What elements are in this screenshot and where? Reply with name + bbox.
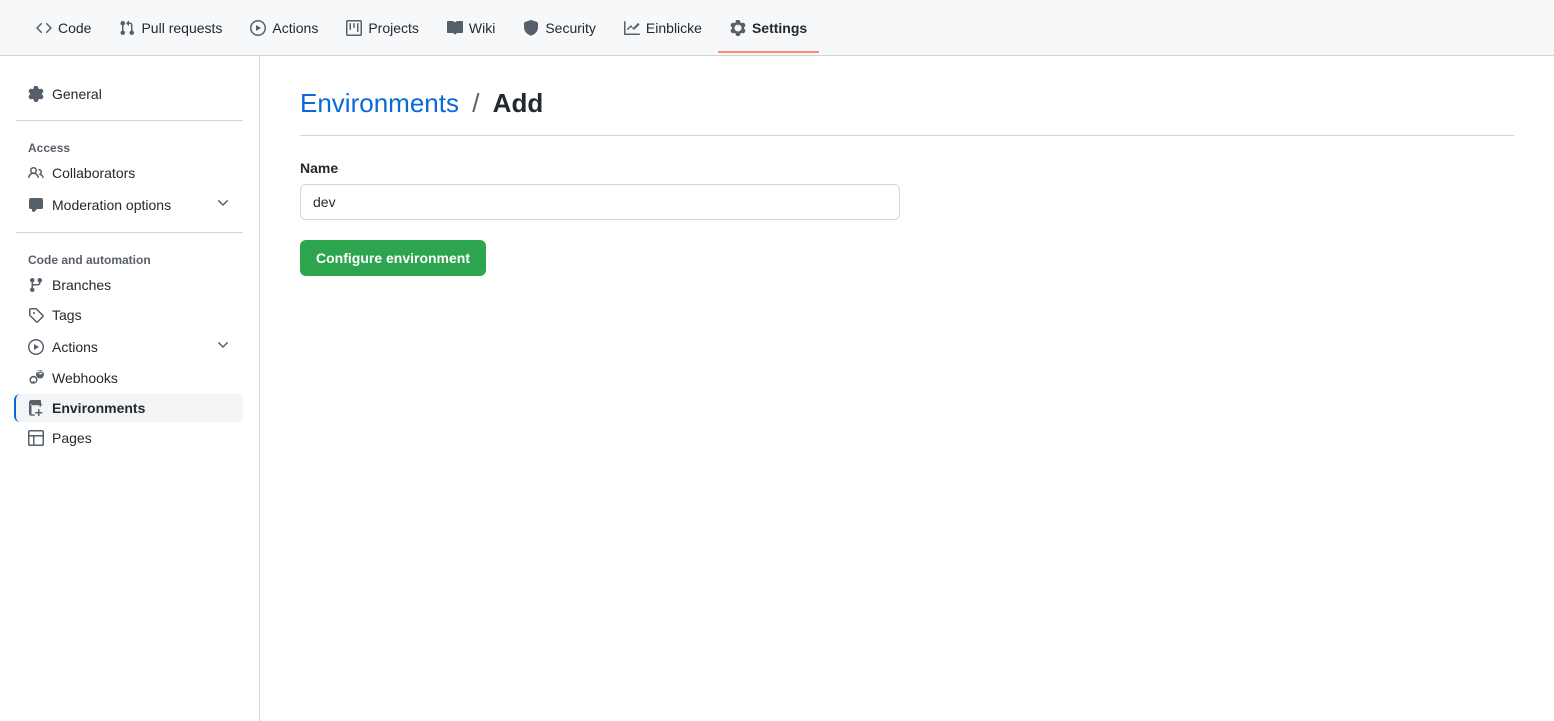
sidebar-item-collaborators[interactable]: Collaborators (16, 159, 243, 187)
nav-wiki-label: Wiki (469, 20, 495, 36)
sidebar-tags-label: Tags (52, 307, 82, 323)
actions-sidebar-icon (28, 339, 44, 355)
sidebar-item-environments[interactable]: Environments (14, 394, 243, 422)
name-form-group: Name (300, 160, 1514, 220)
nav-einblicke-label: Einblicke (646, 20, 702, 36)
insights-icon (624, 20, 640, 36)
nav-pull-requests[interactable]: Pull requests (107, 12, 234, 44)
content-divider (300, 135, 1514, 136)
branch-icon (28, 277, 44, 293)
people-icon (28, 165, 44, 181)
pages-icon (28, 430, 44, 446)
sidebar-environments-label: Environments (52, 400, 145, 416)
sidebar-pages-label: Pages (52, 430, 92, 446)
breadcrumb-current: Add (493, 88, 544, 118)
nav-pull-requests-label: Pull requests (141, 20, 222, 36)
sidebar-section-access: Access (16, 133, 243, 159)
chevron-down-icon (215, 195, 231, 214)
environments-icon (28, 400, 44, 416)
name-input[interactable] (300, 184, 900, 220)
webhook-icon (28, 370, 44, 386)
sidebar-general-label: General (52, 86, 102, 102)
sidebar-moderation-label: Moderation options (52, 197, 171, 213)
sidebar-item-pages[interactable]: Pages (16, 424, 243, 452)
sidebar-branches-label: Branches (52, 277, 111, 293)
nav-settings[interactable]: Settings (718, 12, 819, 44)
comment-icon (28, 197, 44, 213)
nav-security[interactable]: Security (511, 12, 608, 44)
nav-projects[interactable]: Projects (334, 12, 431, 44)
sidebar-item-actions[interactable]: Actions (16, 331, 243, 362)
sidebar-item-moderation[interactable]: Moderation options (16, 189, 243, 220)
top-navigation: Code Pull requests Actions Projects Wiki… (0, 0, 1554, 56)
nav-actions-label: Actions (272, 20, 318, 36)
code-icon (36, 20, 52, 36)
name-label: Name (300, 160, 1514, 176)
main-content: Environments / Add Name Configure enviro… (260, 56, 1554, 721)
nav-einblicke[interactable]: Einblicke (612, 12, 714, 44)
sidebar-collaborators-label: Collaborators (52, 165, 135, 181)
breadcrumb-separator: / (472, 88, 479, 118)
nav-code-label: Code (58, 20, 91, 36)
configure-environment-button[interactable]: Configure environment (300, 240, 486, 276)
configure-button-label: Configure environment (316, 250, 470, 266)
nav-security-label: Security (545, 20, 596, 36)
breadcrumb-link-environments[interactable]: Environments (300, 88, 459, 118)
sidebar: General Access Collaborators Moderation … (0, 56, 260, 721)
settings-gear-icon (730, 20, 746, 36)
pull-request-icon (119, 20, 135, 36)
sidebar-actions-label: Actions (52, 339, 98, 355)
page-breadcrumb: Environments / Add (300, 88, 1514, 119)
tag-icon (28, 307, 44, 323)
nav-settings-label: Settings (752, 20, 807, 36)
wiki-icon (447, 20, 463, 36)
actions-nav-icon (250, 20, 266, 36)
sidebar-item-branches[interactable]: Branches (16, 271, 243, 299)
nav-code[interactable]: Code (24, 12, 103, 44)
sidebar-item-webhooks[interactable]: Webhooks (16, 364, 243, 392)
projects-icon (346, 20, 362, 36)
nav-actions[interactable]: Actions (238, 12, 330, 44)
actions-chevron-down-icon (215, 337, 231, 356)
sidebar-webhooks-label: Webhooks (52, 370, 118, 386)
sidebar-divider-1 (16, 120, 243, 121)
nav-wiki[interactable]: Wiki (435, 12, 507, 44)
sidebar-item-general[interactable]: General (16, 80, 243, 108)
page-layout: General Access Collaborators Moderation … (0, 56, 1554, 721)
security-icon (523, 20, 539, 36)
sidebar-item-tags[interactable]: Tags (16, 301, 243, 329)
gear-icon (28, 86, 44, 102)
nav-projects-label: Projects (368, 20, 419, 36)
sidebar-divider-2 (16, 232, 243, 233)
sidebar-section-code-automation: Code and automation (16, 245, 243, 271)
